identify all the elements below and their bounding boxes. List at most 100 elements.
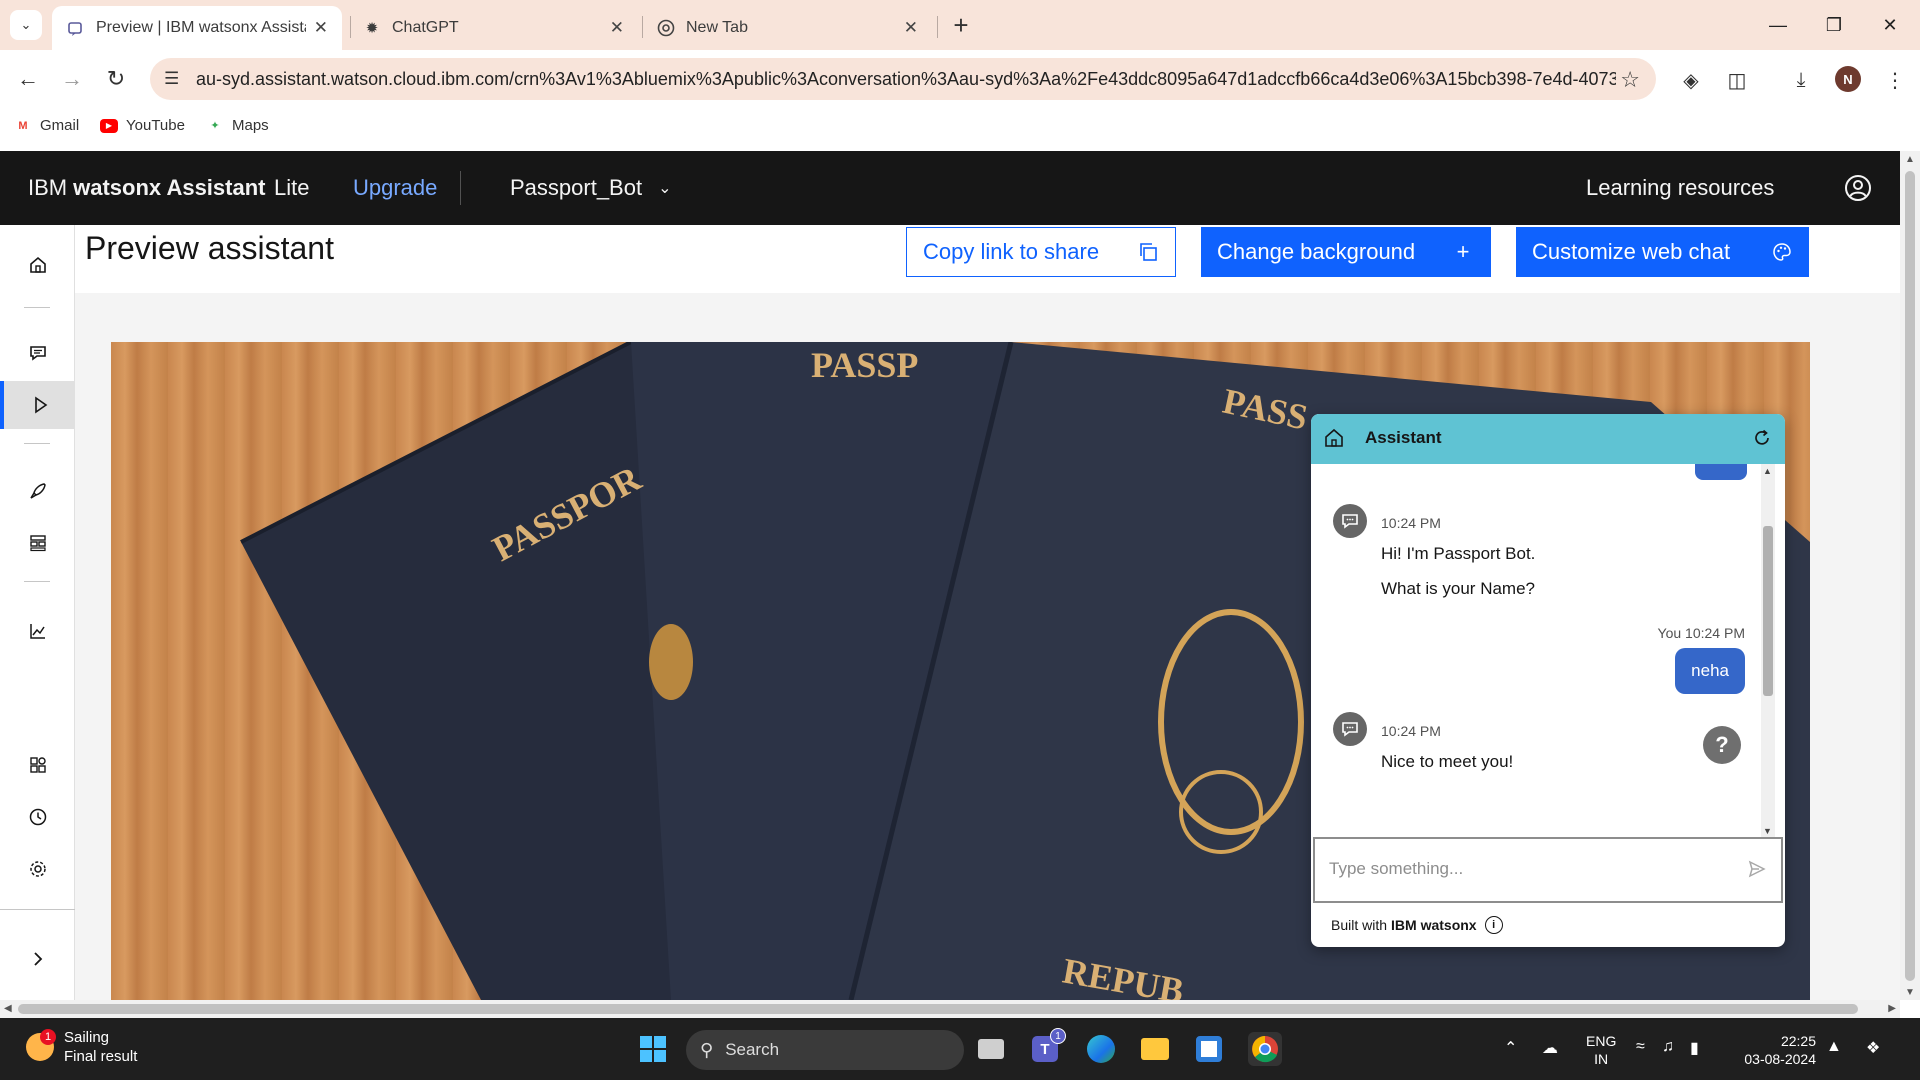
- restore-button[interactable]: ❐: [1812, 10, 1856, 40]
- close-tab-icon[interactable]: ✕: [314, 18, 328, 38]
- lang-line2: IN: [1594, 1051, 1609, 1067]
- product-name[interactable]: IBM watsonx Assistant: [28, 175, 265, 201]
- customize-web-chat-button[interactable]: Customize web chat: [1516, 227, 1809, 277]
- scroll-up-arrow[interactable]: ▲: [1905, 154, 1915, 165]
- bot-message-text: What is your Name?: [1381, 579, 1535, 598]
- system-clock[interactable]: 22:25 03-08-2024: [1736, 1032, 1816, 1068]
- chrome-favicon: [656, 18, 676, 38]
- taskbar-search[interactable]: ⚲ Search: [686, 1030, 964, 1070]
- edge-app[interactable]: [1084, 1032, 1118, 1066]
- scroll-right-arrow[interactable]: ▶: [1888, 1003, 1896, 1014]
- chrome-app[interactable]: [1248, 1032, 1282, 1066]
- task-view-button[interactable]: [974, 1032, 1008, 1066]
- scroll-up-arrow[interactable]: ▲: [1763, 466, 1772, 476]
- page-vertical-scrollbar[interactable]: ▲ ▼: [1900, 151, 1920, 1000]
- notifications-bell-icon[interactable]: ▲: [1826, 1038, 1842, 1056]
- chat-scrollbar[interactable]: ▲ ▼: [1761, 464, 1775, 838]
- volume-icon[interactable]: ♫: [1662, 1038, 1674, 1056]
- teams-app[interactable]: T 1: [1028, 1028, 1066, 1066]
- page-hscroll-thumb[interactable]: [18, 1004, 1858, 1014]
- nav-environments[interactable]: [0, 519, 75, 567]
- close-tab-icon[interactable]: ✕: [904, 18, 918, 38]
- nav-actions[interactable]: [0, 329, 75, 377]
- show-hidden-icons[interactable]: ⌃: [1504, 1038, 1517, 1058]
- scroll-down-arrow[interactable]: ▼: [1905, 987, 1915, 998]
- nav-history[interactable]: [0, 793, 75, 841]
- scroll-left-arrow[interactable]: ◀: [4, 1003, 12, 1014]
- bot-message-text: Hi! I'm Passport Bot.: [1381, 544, 1536, 563]
- widget-title: Sailing: [64, 1029, 110, 1046]
- translate-icon[interactable]: ◈: [1676, 65, 1706, 95]
- copy-link-button[interactable]: Copy link to share: [906, 227, 1176, 277]
- user-message-meta: You 10:24 PM: [1657, 625, 1745, 641]
- back-button[interactable]: ←: [12, 63, 44, 95]
- nav-publish[interactable]: [0, 467, 75, 515]
- help-button[interactable]: ?: [1703, 726, 1741, 764]
- file-explorer-app[interactable]: [1138, 1032, 1172, 1066]
- footer-brand: IBM watsonx: [1391, 917, 1477, 933]
- wifi-icon[interactable]: ≈: [1636, 1038, 1645, 1056]
- scroll-down-arrow[interactable]: ▼: [1763, 826, 1772, 836]
- chat-input-box[interactable]: [1313, 837, 1783, 903]
- page-scroll-thumb[interactable]: [1905, 171, 1915, 981]
- close-window-button[interactable]: ✕: [1868, 10, 1912, 40]
- learning-resources-link[interactable]: Learning resources: [1586, 175, 1774, 201]
- edge-icon: [1087, 1035, 1115, 1063]
- onedrive-icon[interactable]: ☁: [1542, 1038, 1558, 1058]
- download-icon[interactable]: ⤓: [1786, 65, 1816, 95]
- nav-home[interactable]: [0, 241, 75, 289]
- assistant-switcher[interactable]: Passport_Bot ⌄: [510, 175, 671, 201]
- reload-button[interactable]: ↻: [100, 63, 132, 95]
- new-tab-button[interactable]: +: [946, 10, 976, 40]
- bookmark-youtube[interactable]: ▶ YouTube: [100, 117, 185, 134]
- nav-analyze[interactable]: [0, 607, 75, 655]
- previous-user-bubble: [1695, 464, 1747, 480]
- nav-expand[interactable]: [0, 935, 75, 983]
- chat-scroll-thumb[interactable]: [1763, 526, 1773, 696]
- page-horizontal-scrollbar[interactable]: ◀ ▶: [0, 1000, 1900, 1018]
- reload-icon: ↻: [106, 66, 126, 91]
- info-icon[interactable]: i: [1484, 916, 1503, 934]
- start-button[interactable]: [636, 1032, 670, 1066]
- browser-menu-icon[interactable]: ⋮: [1880, 65, 1910, 95]
- clock-icon: [29, 808, 46, 826]
- page-title: Preview assistant: [85, 230, 334, 266]
- restart-icon[interactable]: [1751, 427, 1773, 449]
- weather-widget[interactable]: 1 Sailing Final result: [26, 1028, 137, 1066]
- bookmark-star-icon[interactable]: ☆: [1620, 67, 1640, 93]
- url-text[interactable]: au-syd.assistant.watson.cloud.ibm.com/cr…: [196, 69, 1616, 90]
- analytics-icon: [29, 624, 45, 639]
- nav-settings[interactable]: [0, 845, 75, 893]
- rocket-icon: [29, 483, 46, 499]
- bookmarks-bar: M Gmail ▶ YouTube ✦ Maps: [0, 108, 1920, 150]
- nav-preview[interactable]: [0, 381, 75, 429]
- language-indicator[interactable]: ENG IN: [1586, 1032, 1616, 1068]
- change-background-button[interactable]: Change background +: [1201, 227, 1491, 277]
- address-bar[interactable]: ☰ au-syd.assistant.watson.cloud.ibm.com/…: [150, 58, 1656, 100]
- teams-badge: 1: [1050, 1028, 1066, 1044]
- profile-avatar[interactable]: N: [1835, 66, 1861, 92]
- user-profile-icon[interactable]: [1844, 174, 1872, 202]
- bookmark-gmail[interactable]: M Gmail: [14, 117, 79, 134]
- nav-integrations[interactable]: [0, 741, 75, 789]
- copilot-icon[interactable]: ❖: [1866, 1038, 1880, 1058]
- store-app[interactable]: [1192, 1032, 1226, 1066]
- tab-chatgpt[interactable]: ✹ ChatGPT ✕: [348, 6, 638, 50]
- search-icon: ⚲: [700, 1039, 714, 1060]
- chat-messages: 10:24 PM Hi! I'm Passport Bot. What is y…: [1311, 464, 1785, 837]
- send-icon[interactable]: [1747, 859, 1767, 879]
- forward-button[interactable]: →: [56, 63, 88, 95]
- extensions-icon[interactable]: ◫: [1722, 65, 1752, 95]
- home-icon[interactable]: [1323, 427, 1345, 449]
- tab-search-button[interactable]: ⌄: [10, 10, 42, 40]
- minimize-button[interactable]: —: [1756, 10, 1800, 40]
- bot-chat-icon: [1342, 722, 1358, 737]
- tab-watsonx-preview[interactable]: Preview | IBM watsonx Assistant ✕: [52, 6, 342, 50]
- close-tab-icon[interactable]: ✕: [610, 18, 624, 38]
- battery-icon[interactable]: ▮: [1690, 1038, 1699, 1058]
- message-input[interactable]: [1329, 859, 1729, 879]
- upgrade-link[interactable]: Upgrade: [353, 175, 437, 201]
- site-info-icon[interactable]: ☰: [164, 69, 179, 89]
- tab-new-tab[interactable]: New Tab ✕: [642, 6, 932, 50]
- bookmark-maps[interactable]: ✦ Maps: [206, 117, 268, 134]
